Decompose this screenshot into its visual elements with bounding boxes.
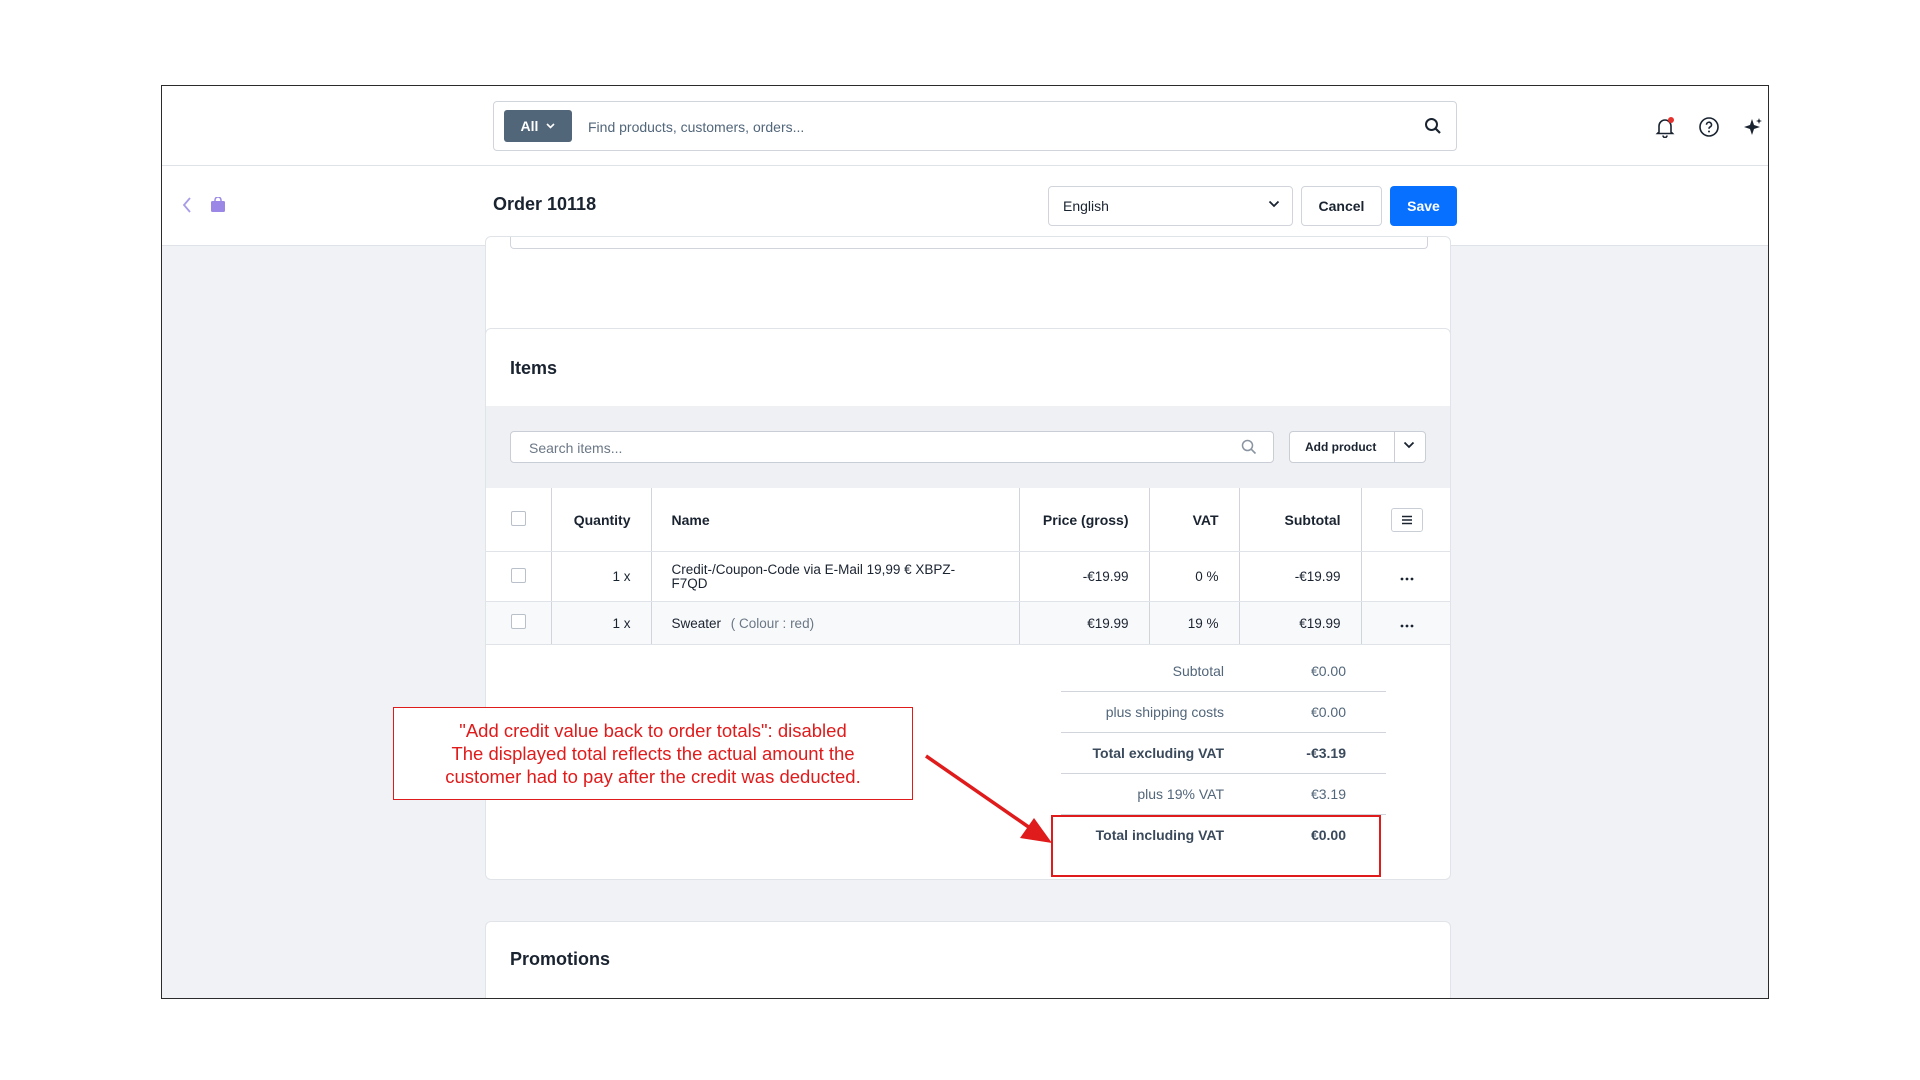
annotation-line: The displayed total reflects the actual … bbox=[451, 743, 855, 764]
page-header: Order 10118 English Cancel Save bbox=[162, 166, 1768, 246]
row-subtotal: €19.99 bbox=[1239, 601, 1362, 645]
previous-field bbox=[510, 237, 1428, 249]
global-search: All bbox=[493, 101, 1457, 151]
totals-value: €0.00 bbox=[1310, 704, 1346, 720]
global-search-input[interactable] bbox=[586, 114, 1390, 140]
totals-label: Subtotal bbox=[1172, 663, 1224, 679]
row-name: Sweater ( Colour : red) bbox=[651, 601, 1020, 645]
row-actions-cell bbox=[1361, 601, 1450, 645]
column-header-subtotal[interactable]: Subtotal bbox=[1239, 488, 1362, 552]
row-select-cell bbox=[486, 551, 552, 602]
language-select-value: English bbox=[1063, 198, 1109, 214]
add-product-button[interactable]: Add product bbox=[1289, 431, 1426, 463]
list-menu-icon bbox=[1401, 515, 1412, 524]
column-header-quantity[interactable]: Quantity bbox=[551, 488, 652, 552]
row-vat: 0 % bbox=[1149, 551, 1240, 602]
table-row[interactable]: 1 x Sweater ( Colour : red) €19.99 19 % … bbox=[486, 601, 1450, 645]
totals-value: -€3.19 bbox=[1306, 745, 1346, 761]
search-scope-dropdown[interactable]: All bbox=[504, 110, 572, 142]
more-options-icon[interactable] bbox=[1400, 624, 1414, 628]
items-search bbox=[510, 431, 1274, 463]
promotions-card: Promotions bbox=[485, 921, 1451, 998]
totals-row-vat: plus 19% VAT €3.19 bbox=[1061, 773, 1386, 815]
table-row[interactable]: 1 x Credit-/Coupon-Code via E-Mail 19,99… bbox=[486, 551, 1450, 602]
annotation-line: "Add credit value back to order totals":… bbox=[459, 720, 847, 741]
add-product-label: Add product bbox=[1305, 440, 1377, 454]
row-name-text: Credit-/Coupon-Code via E-Mail 19,99 € X… bbox=[671, 561, 956, 591]
row-select-cell bbox=[486, 601, 552, 645]
cancel-button[interactable]: Cancel bbox=[1301, 186, 1382, 226]
row-price: -€19.99 bbox=[1019, 551, 1150, 602]
app-window: All Order 10118 English Cancel Save Item… bbox=[161, 85, 1769, 999]
column-header-vat[interactable]: VAT bbox=[1149, 488, 1240, 552]
items-search-input[interactable] bbox=[527, 438, 1211, 458]
chevron-down-icon[interactable] bbox=[1403, 441, 1415, 449]
order-bag-icon bbox=[211, 197, 225, 212]
select-all-cell bbox=[486, 488, 552, 552]
chevron-down-icon bbox=[1268, 200, 1280, 208]
search-scope-label: All bbox=[520, 118, 539, 134]
row-actions-cell bbox=[1361, 551, 1450, 602]
items-card-title: Items bbox=[510, 358, 558, 378]
row-quantity: 1 x bbox=[551, 601, 652, 645]
help-icon[interactable] bbox=[1698, 116, 1720, 138]
annotation-callout: "Add credit value back to order totals":… bbox=[393, 707, 913, 800]
table-header-row: Quantity Name Price (gross) VAT Subtotal bbox=[486, 488, 1450, 552]
row-price: €19.99 bbox=[1019, 601, 1150, 645]
totals-row-shipping: plus shipping costs €0.00 bbox=[1061, 691, 1386, 733]
column-settings-cell bbox=[1361, 488, 1450, 552]
save-button[interactable]: Save bbox=[1390, 186, 1457, 226]
column-settings-button[interactable] bbox=[1390, 507, 1423, 532]
totals-label: Total excluding VAT bbox=[1092, 745, 1224, 761]
chevron-down-icon bbox=[546, 123, 556, 129]
search-icon[interactable] bbox=[1424, 117, 1442, 135]
search-icon[interactable] bbox=[1241, 439, 1257, 455]
column-header-price[interactable]: Price (gross) bbox=[1019, 488, 1150, 552]
page-title: Order 10118 bbox=[493, 194, 597, 214]
items-toolbar: Add product bbox=[486, 406, 1450, 488]
ai-sparkle-icon[interactable] bbox=[1742, 116, 1764, 138]
split-divider bbox=[1394, 432, 1395, 462]
annotation-highlight-box bbox=[1051, 815, 1381, 877]
row-subtotal: -€19.99 bbox=[1239, 551, 1362, 602]
top-bar: All bbox=[162, 86, 1768, 166]
totals-label: plus shipping costs bbox=[1105, 704, 1224, 720]
row-name: Credit-/Coupon-Code via E-Mail 19,99 € X… bbox=[651, 551, 1020, 602]
select-all-checkbox[interactable] bbox=[510, 510, 526, 526]
totals-row-subtotal: Subtotal €0.00 bbox=[1061, 650, 1386, 692]
row-checkbox[interactable] bbox=[510, 567, 526, 583]
annotation-line: customer had to pay after the credit was… bbox=[445, 766, 861, 787]
row-vat: 19 % bbox=[1149, 601, 1240, 645]
items-table: Quantity Name Price (gross) VAT Subtotal… bbox=[486, 488, 1450, 645]
totals-label: plus 19% VAT bbox=[1137, 786, 1224, 802]
bell-icon[interactable] bbox=[1654, 116, 1676, 138]
totals-value: €0.00 bbox=[1310, 663, 1346, 679]
row-checkbox[interactable] bbox=[510, 614, 526, 629]
column-header-name[interactable]: Name bbox=[651, 488, 1020, 552]
totals-value: €3.19 bbox=[1310, 786, 1346, 802]
back-chevron-icon[interactable] bbox=[182, 196, 192, 214]
more-options-icon[interactable] bbox=[1400, 577, 1414, 581]
row-quantity: 1 x bbox=[551, 551, 652, 602]
totals-row-excl-vat: Total excluding VAT -€3.19 bbox=[1061, 732, 1386, 774]
promotions-card-title: Promotions bbox=[510, 949, 611, 969]
row-variant-text: ( Colour : red) bbox=[730, 615, 815, 631]
row-name-text: Sweater bbox=[671, 615, 722, 631]
language-select[interactable]: English bbox=[1048, 186, 1293, 226]
